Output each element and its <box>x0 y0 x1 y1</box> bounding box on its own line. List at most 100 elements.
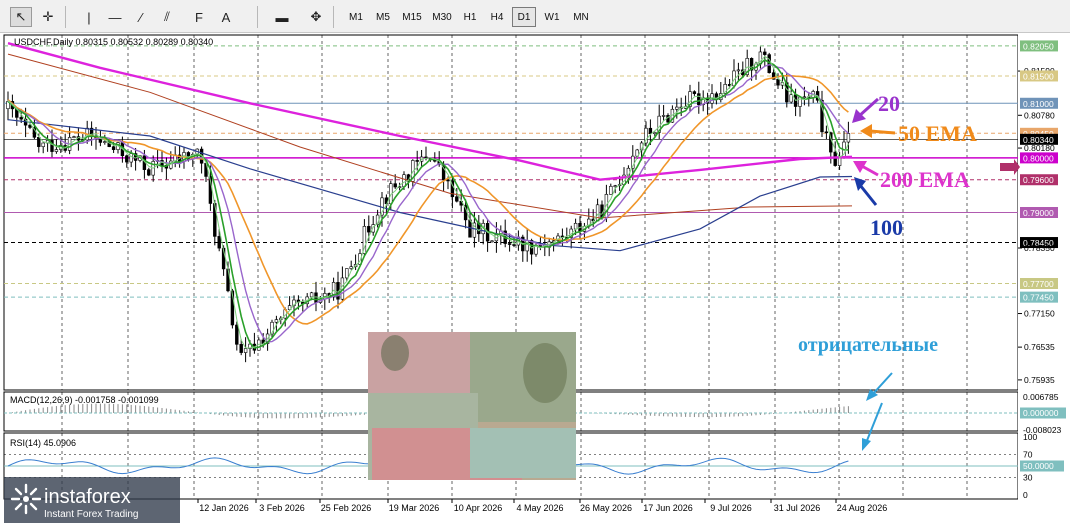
candle-body <box>402 174 406 187</box>
channel-tool-button[interactable]: ⫽ <box>156 7 178 27</box>
price-axis: 0.820500.815900.815000.810000.807800.804… <box>1018 33 1070 523</box>
label-tool-button[interactable]: ▬ <box>271 7 293 27</box>
candle-body <box>349 266 353 269</box>
rsi-tick-label: 50.0000 <box>1023 461 1054 471</box>
candle-body <box>129 153 133 163</box>
candle-body <box>824 131 829 134</box>
macd-label: MACD(12,26,9) -0.001758 -0.001099 <box>10 395 159 405</box>
vertical-line-tool-button[interactable]: | <box>78 7 100 27</box>
chart-toolbar: ↖ ✛ | — ∕ ⫽ F A ▬ ✥ M1 M5 M15 M30 H1 H4 D1 W1 MN <box>0 0 1070 33</box>
label-tool-icon: ▬ <box>275 9 289 25</box>
candle-body <box>54 149 59 152</box>
timeframe-d1-button[interactable]: D1 <box>512 7 536 27</box>
timeframe-m30-button[interactable]: M30 <box>428 7 456 27</box>
candle-body <box>446 179 450 182</box>
price-tag-label: 0.79000 <box>1023 208 1054 218</box>
price-tick-label: 0.80180 <box>1024 143 1055 153</box>
time-tick-label: 3 Feb 2026 <box>259 503 305 513</box>
timeframe-h4-button[interactable]: H4 <box>485 7 509 27</box>
cursor-arrow-icon: ↖ <box>15 9 27 24</box>
candle-body <box>314 292 318 303</box>
candle-body <box>776 78 780 86</box>
candle-body <box>692 91 697 94</box>
time-tick-label: 24 Aug 2026 <box>837 503 888 513</box>
candle-body <box>415 160 419 162</box>
candle-body <box>648 127 653 135</box>
price-tick-label: 0.80780 <box>1024 110 1055 120</box>
candle-body <box>609 185 613 195</box>
candle-body <box>19 117 23 120</box>
candle-body <box>833 151 837 166</box>
price-tag-label: 0.81000 <box>1023 99 1054 109</box>
candle-body <box>367 226 371 233</box>
time-tick-label: 26 May 2026 <box>580 503 632 513</box>
shapes-dropdown-icon: ✥ <box>310 9 322 24</box>
macd-tick-label: 0.006785 <box>1023 392 1059 402</box>
price-tick-label: 0.77150 <box>1024 309 1055 319</box>
rsi-tick-label: 0 <box>1023 490 1028 500</box>
candle-body <box>393 183 397 188</box>
crosshair-tool-button[interactable]: ✛ <box>37 7 59 27</box>
price-tick-label: 0.75935 <box>1024 375 1055 385</box>
candle-body <box>697 93 701 106</box>
candle-body <box>72 136 76 138</box>
candle-body <box>274 319 279 323</box>
rsi-label: RSI(14) 45.0906 <box>10 438 76 448</box>
horizontal-line-tool-button[interactable]: — <box>104 7 126 27</box>
timeframe-m5-button[interactable]: M5 <box>371 7 395 27</box>
timeframe-mn-button[interactable]: MN <box>568 7 594 27</box>
banknote-photo <box>368 332 576 480</box>
time-tick-label: 12 Jan 2026 <box>199 503 249 513</box>
timeframe-m1-button[interactable]: M1 <box>344 7 368 27</box>
trendline-tool-button[interactable]: ∕ <box>130 7 152 27</box>
time-tick-label: 9 Jul 2026 <box>710 503 752 513</box>
timeframe-h1-button[interactable]: H1 <box>458 7 482 27</box>
timeframe-m15-button[interactable]: M15 <box>398 7 426 27</box>
candle-body <box>103 141 107 143</box>
candle-body <box>37 137 41 147</box>
rsi-tick-label: 30 <box>1023 473 1033 483</box>
fibonacci-icon: F <box>195 9 203 25</box>
annotation-20: 20 <box>878 91 900 116</box>
time-tick-label: 4 May 2026 <box>516 503 563 513</box>
crosshair-icon: ✛ <box>42 9 54 24</box>
candle-body <box>345 268 349 279</box>
timeframe-w1-button[interactable]: W1 <box>540 7 564 27</box>
candle-body <box>147 169 151 176</box>
price-tag-label: 0.77700 <box>1023 279 1054 289</box>
candle-body <box>595 204 600 222</box>
candle-body <box>455 196 459 202</box>
instaforex-watermark: instaforex Instant Forex Trading <box>4 477 180 523</box>
price-tick-label: 0.78350 <box>1024 243 1055 253</box>
time-tick-label: 17 Jun 2026 <box>643 503 693 513</box>
time-tick-label: 19 Mar 2026 <box>389 503 440 513</box>
price-tag-label: 0.80000 <box>1023 153 1054 163</box>
candle-body <box>802 96 807 99</box>
candle-body <box>653 132 657 135</box>
time-tick-label: 31 Jul 2026 <box>774 503 821 513</box>
shapes-tool-button[interactable]: ✥ <box>305 7 327 27</box>
rsi-tick-label: 100 <box>1023 432 1037 442</box>
candle-body <box>846 133 851 143</box>
price-chart[interactable]: 0.820500.815900.815000.810000.807800.804… <box>0 33 1070 523</box>
time-tick-label: 10 Apr 2026 <box>454 503 503 513</box>
fibonacci-tool-button[interactable]: F <box>188 7 210 27</box>
candle-body <box>573 223 578 230</box>
candle-body <box>789 94 793 103</box>
annotation-50ema: 50 EMA <box>898 121 977 146</box>
trendline-icon: ∕ <box>139 9 143 25</box>
text-tool-button[interactable]: A <box>215 7 237 27</box>
candle-body <box>239 344 243 353</box>
annotation-200ema: 200 EMA <box>880 167 970 192</box>
cursor-tool-button[interactable]: ↖ <box>10 7 32 27</box>
candle-body <box>507 243 512 245</box>
horizontal-line-icon: — <box>108 9 122 25</box>
price-tag-label: 0.79600 <box>1023 175 1054 185</box>
candle-body <box>41 142 45 147</box>
watermark-brand: instaforex <box>44 486 131 508</box>
macd-tick-label: 0.000000 <box>1023 408 1059 418</box>
candle-body <box>512 244 516 246</box>
candle-body <box>235 324 239 345</box>
candle-body <box>661 115 666 117</box>
price-tick-label: 0.76535 <box>1024 342 1055 352</box>
